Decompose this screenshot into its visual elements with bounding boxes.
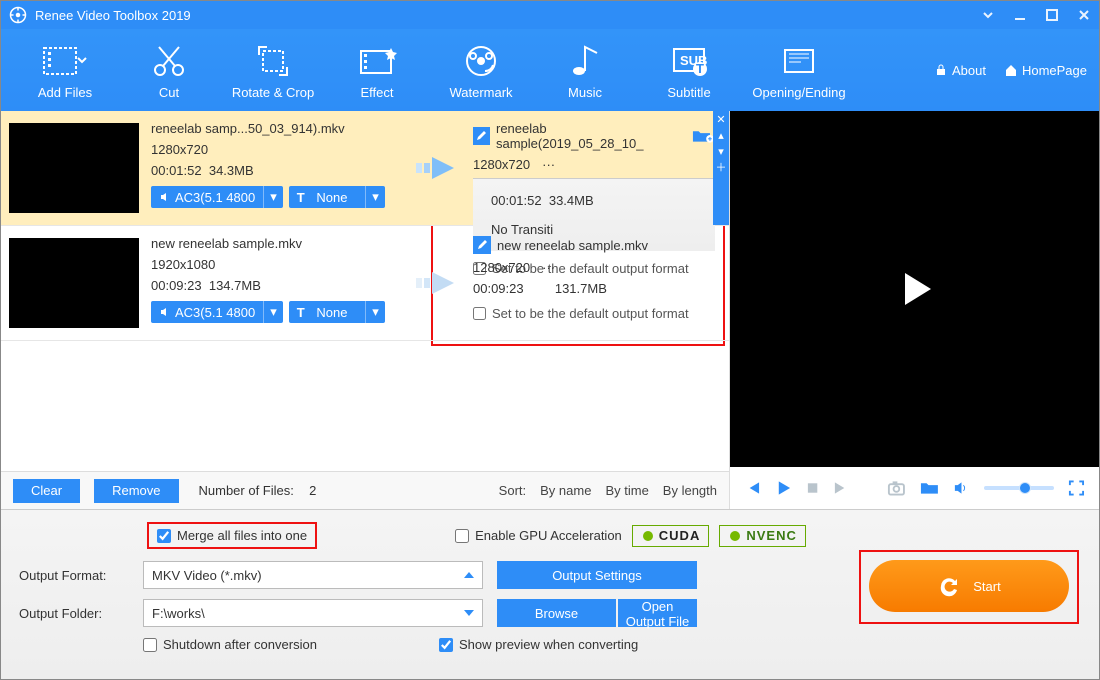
row-down-icon[interactable]: ▾ [718, 145, 724, 159]
row-add-icon[interactable]: ＋ [716, 161, 727, 175]
open-folder-icon[interactable] [920, 480, 939, 496]
minimize-icon[interactable] [1013, 8, 1027, 22]
output-settings-button[interactable]: Output Settings [497, 561, 697, 589]
row-side-controls: ✕ ▴ ▾ ＋ [713, 111, 729, 225]
preview-checkbox[interactable] [439, 638, 453, 652]
tool-add-files[interactable]: Add Files [13, 41, 117, 100]
shutdown-checkbox[interactable] [143, 638, 157, 652]
sort-by-length[interactable]: By length [663, 483, 717, 498]
sort-by-name[interactable]: By name [540, 483, 591, 498]
open-output-folder-button[interactable]: Open Output File [618, 599, 697, 627]
svg-text:T: T [696, 61, 704, 76]
bottom-panel: Merge all files into one Enable GPU Acce… [1, 509, 1099, 679]
output-format-combo[interactable]: MKV Video (*.mkv) [143, 561, 483, 589]
clear-button[interactable]: Clear [13, 479, 80, 503]
about-link[interactable]: About [934, 63, 986, 78]
file-name: new reneelab sample.mkv [151, 236, 403, 251]
dropdown-icon[interactable] [981, 8, 995, 22]
file-dimensions: 1920x1080 [151, 257, 403, 272]
more-icon[interactable]: ··· [542, 260, 555, 275]
file-count: 2 [309, 483, 316, 498]
prev-icon[interactable] [744, 479, 761, 497]
gpu-checkbox[interactable] [455, 529, 469, 543]
arrow-icon [407, 226, 467, 340]
row-up-icon[interactable]: ▴ [718, 129, 724, 143]
tool-music[interactable]: Music [533, 41, 637, 100]
file-list-pane: reneelab samp...50_03_914).mkv 1280x720 … [1, 111, 729, 509]
more-icon[interactable]: ··· [542, 157, 555, 172]
volume-slider[interactable] [984, 486, 1054, 490]
app-logo-icon [9, 6, 27, 24]
merge-checkbox[interactable] [157, 529, 171, 543]
thumbnail [9, 123, 139, 213]
tool-subtitle[interactable]: SUBT Subtitle [637, 41, 741, 100]
app-title: Renee Video Toolbox 2019 [35, 8, 973, 23]
cuda-badge: CUDA [632, 525, 710, 547]
tool-opening-ending[interactable]: Opening/Ending [741, 41, 857, 100]
edit-output-icon[interactable] [473, 236, 491, 254]
browse-button[interactable]: Browse [497, 599, 616, 627]
output-name: reneelab sample(2019_05_28_10_ [496, 121, 686, 151]
audio-badge[interactable]: AC3(5.1 4800▾ [151, 186, 283, 208]
start-button[interactable]: Start [869, 560, 1069, 612]
next-icon[interactable] [833, 479, 850, 497]
subtitle-badge[interactable]: T None▾ [289, 186, 385, 208]
snapshot-icon[interactable] [887, 479, 906, 497]
thumbnail [9, 238, 139, 328]
preview-video[interactable] [730, 111, 1099, 467]
fullscreen-icon[interactable] [1068, 479, 1085, 497]
arrow-icon [407, 111, 467, 225]
play-icon[interactable] [775, 479, 792, 497]
maximize-icon[interactable] [1045, 8, 1059, 22]
output-folder-label: Output Folder: [19, 606, 129, 621]
file-row[interactable]: new reneelab sample.mkv 1920x1080 00:09:… [1, 226, 729, 341]
output-name: new reneelab sample.mkv [497, 238, 648, 253]
close-icon[interactable] [1077, 8, 1091, 22]
nvenc-badge: NVENC [719, 525, 806, 547]
tool-watermark[interactable]: Watermark [429, 41, 533, 100]
play-large-icon [893, 267, 937, 311]
file-row[interactable]: reneelab samp...50_03_914).mkv 1280x720 … [1, 111, 729, 226]
remove-button[interactable]: Remove [94, 479, 178, 503]
title-bar: Renee Video Toolbox 2019 [1, 1, 1099, 29]
stop-icon[interactable] [806, 481, 819, 495]
sort-by-time[interactable]: By time [605, 483, 648, 498]
output-folder-combo[interactable]: F:\works\ [143, 599, 483, 627]
subtitle-badge[interactable]: T None▾ [289, 301, 385, 323]
folder-add-icon[interactable] [692, 128, 715, 144]
row-close-icon[interactable]: ✕ [716, 113, 725, 127]
refresh-icon [937, 574, 961, 598]
speaker-icon [159, 191, 171, 203]
preview-pane [729, 111, 1099, 509]
list-footer: Clear Remove Number of Files: 2 Sort: By… [1, 471, 729, 509]
speaker-icon [159, 306, 171, 318]
default-format-checkbox[interactable] [473, 307, 486, 320]
file-name: reneelab samp...50_03_914).mkv [151, 121, 403, 136]
homepage-link[interactable]: HomePage [1004, 63, 1087, 78]
output-format-label: Output Format: [19, 568, 129, 583]
file-dimensions: 1280x720 [151, 142, 403, 157]
tool-effect[interactable]: Effect [325, 41, 429, 100]
volume-icon[interactable] [953, 480, 970, 496]
tool-cut[interactable]: Cut [117, 41, 221, 100]
preview-controls [730, 467, 1099, 509]
audio-badge[interactable]: AC3(5.1 4800▾ [151, 301, 283, 323]
home-icon [1004, 63, 1018, 77]
main-toolbar: Add Files Cut Rotate & Crop Effect Water… [1, 29, 1099, 111]
tool-rotate-crop[interactable]: Rotate & Crop [221, 41, 325, 100]
edit-output-icon[interactable] [473, 127, 490, 145]
lock-icon [934, 63, 948, 77]
